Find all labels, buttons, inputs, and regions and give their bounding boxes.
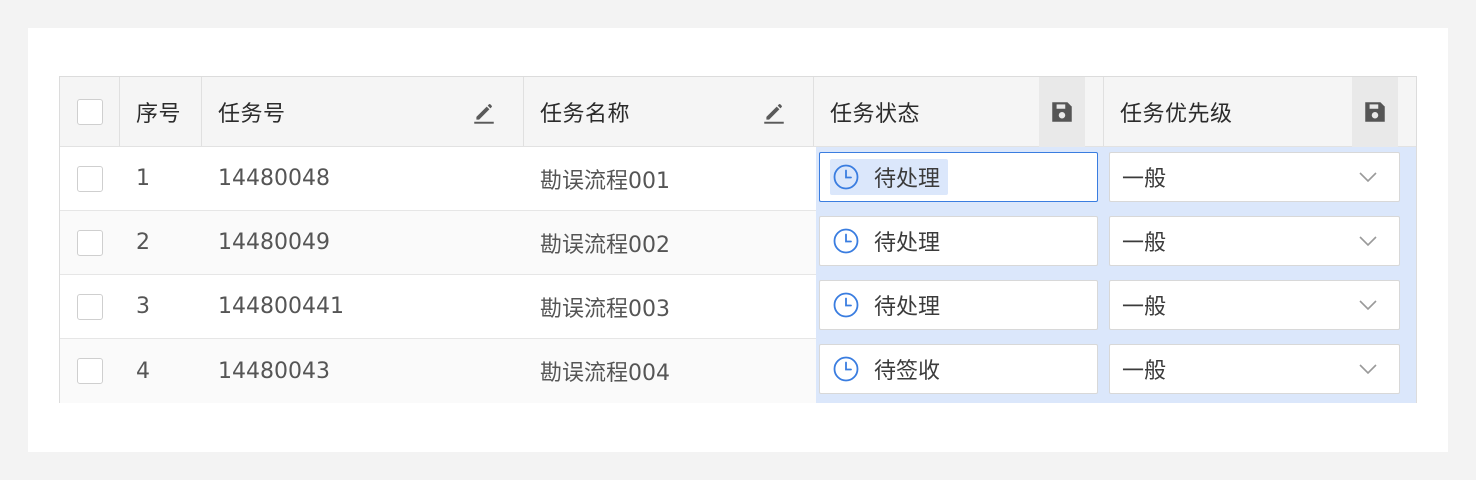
clock-icon — [833, 292, 859, 318]
priority-select[interactable]: 一般 — [1109, 152, 1400, 202]
task-no-cell: 14480048 — [202, 147, 524, 210]
header-task-no: 任务号 — [202, 77, 524, 146]
status-editor[interactable]: 待处理 — [819, 216, 1098, 266]
index-value: 2 — [136, 230, 150, 255]
header-select-all-cell — [60, 77, 120, 146]
select-all-checkbox[interactable] — [76, 98, 103, 125]
priority-select[interactable]: 一般 — [1109, 344, 1400, 394]
header-index-label: 序号 — [136, 101, 182, 127]
table-header: 序号 任务号 任务名称 任务状态 任务优先级 — [60, 77, 1416, 147]
chevron-down-icon — [1359, 172, 1377, 183]
task-name-cell: 勘误流程001 — [524, 147, 814, 210]
priority-value: 一般 — [1122, 359, 1167, 384]
header-task-name: 任务名称 — [524, 77, 814, 146]
row-checkbox[interactable] — [77, 165, 103, 192]
index-value: 4 — [136, 358, 150, 384]
status-editor[interactable]: 待签收 — [819, 344, 1098, 394]
save-status-button[interactable] — [1039, 77, 1085, 147]
row-select-cell — [60, 211, 120, 274]
header-task-status: 任务状态 — [814, 77, 1104, 147]
priority-select[interactable]: 一般 — [1109, 216, 1400, 266]
row-select-cell — [60, 147, 120, 210]
index-value: 3 — [136, 294, 150, 319]
status-editor[interactable]: 待处理 — [819, 280, 1098, 330]
task-no-cell: 144800441 — [202, 275, 524, 338]
header-task-priority-label: 任务优先级 — [1120, 101, 1233, 127]
status-value: 待处理 — [874, 295, 941, 320]
clock-icon — [833, 164, 859, 190]
row-select-cell — [60, 339, 120, 403]
task-no-cell: 14480049 — [202, 211, 524, 274]
task-name-cell: 勘误流程003 — [524, 275, 814, 338]
index-cell: 3 — [120, 275, 202, 338]
task-no-value: 14480049 — [218, 230, 330, 255]
pencil-icon[interactable] — [471, 99, 497, 125]
index-cell: 1 — [120, 147, 202, 210]
status-value: 待处理 — [874, 167, 941, 192]
row-checkbox[interactable] — [77, 293, 103, 320]
row-select-cell — [60, 275, 120, 338]
header-task-status-label: 任务状态 — [830, 101, 921, 127]
row-checkbox[interactable] — [77, 229, 103, 256]
index-cell: 4 — [120, 339, 202, 403]
clock-icon — [833, 228, 859, 254]
status-value-chip[interactable]: 待签收 — [830, 351, 948, 387]
task-no-value: 14480043 — [218, 358, 330, 384]
index-value: 1 — [136, 166, 150, 191]
status-value-chip[interactable]: 待处理 — [830, 223, 948, 259]
task-no-value: 14480048 — [218, 166, 330, 191]
priority-value: 一般 — [1122, 231, 1167, 256]
chevron-down-icon — [1359, 300, 1377, 311]
header-task-name-label: 任务名称 — [540, 101, 631, 127]
chevron-down-icon — [1359, 236, 1377, 247]
pencil-icon[interactable] — [761, 99, 787, 125]
save-priority-button[interactable] — [1352, 77, 1398, 147]
index-cell: 2 — [120, 211, 202, 274]
priority-value: 一般 — [1122, 167, 1167, 192]
save-icon — [1052, 102, 1072, 122]
chevron-down-icon — [1359, 364, 1377, 375]
row-checkbox[interactable] — [77, 358, 103, 384]
priority-value: 一般 — [1122, 295, 1167, 320]
task-table: 序号 任务号 任务名称 任务状态 任务优先级 1 14480048 勘误流程00… — [59, 76, 1417, 403]
status-value-chip[interactable]: 待处理 — [830, 159, 949, 195]
header-index: 序号 — [120, 77, 202, 146]
task-no-value: 144800441 — [218, 294, 344, 319]
task-name-cell: 勘误流程002 — [524, 211, 814, 274]
task-name-cell: 勘误流程004 — [524, 339, 814, 403]
priority-select[interactable]: 一般 — [1109, 280, 1400, 330]
task-no-cell: 14480043 — [202, 339, 524, 403]
header-task-no-label: 任务号 — [218, 101, 286, 127]
task-name-value: 勘误流程004 — [540, 361, 670, 386]
save-icon — [1365, 102, 1385, 122]
clock-icon — [833, 356, 859, 382]
status-editor[interactable]: 待处理 — [819, 152, 1098, 202]
status-value: 待签收 — [874, 359, 941, 384]
status-value-chip[interactable]: 待处理 — [830, 287, 948, 323]
status-value: 待处理 — [874, 231, 941, 256]
task-name-value: 勘误流程003 — [540, 296, 670, 322]
task-name-value: 勘误流程002 — [540, 232, 670, 258]
task-name-value: 勘误流程001 — [540, 168, 670, 194]
header-task-priority: 任务优先级 — [1104, 77, 1416, 147]
